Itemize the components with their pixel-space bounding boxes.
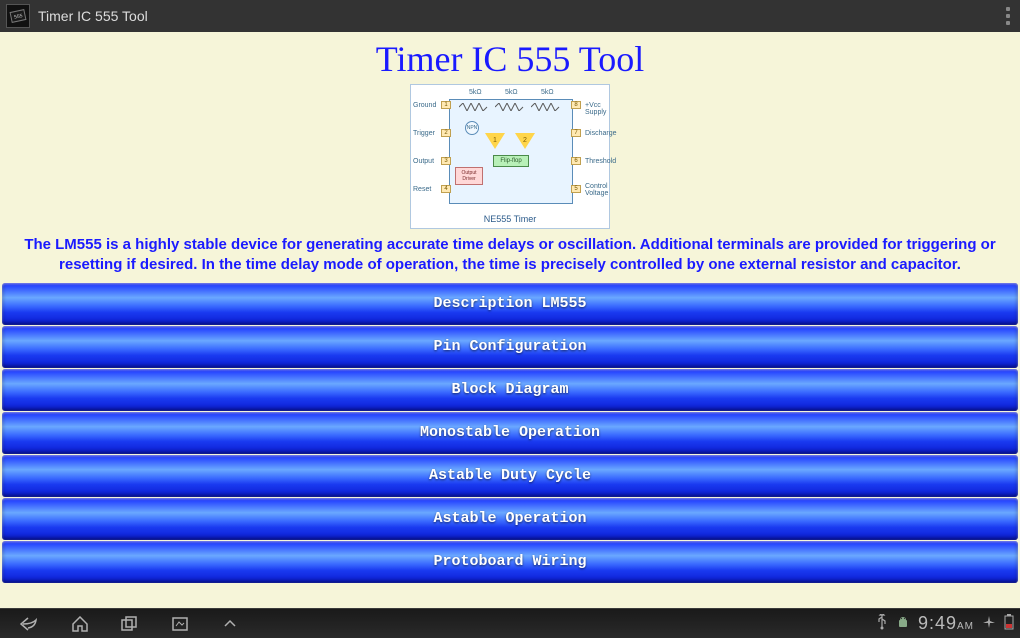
menu-item-block-diagram[interactable]: Block Diagram xyxy=(2,369,1018,411)
pin: 4 xyxy=(441,185,451,193)
pin: 2 xyxy=(441,129,451,137)
output-driver-block: Output Driver xyxy=(455,167,483,185)
battery-icon xyxy=(1004,614,1014,633)
app-icon: 555 xyxy=(6,4,30,28)
description-text: The LM555 is a highly stable device for … xyxy=(0,233,1020,282)
pin-label: Ground xyxy=(413,102,436,109)
app-title: Timer IC 555 Tool xyxy=(38,8,148,24)
home-icon[interactable] xyxy=(70,614,90,634)
clock-time: 9:49 xyxy=(918,613,957,633)
resistor-label: 5kΩ xyxy=(469,89,482,96)
clock: 9:49AM xyxy=(918,613,974,634)
notification-up-icon[interactable] xyxy=(220,614,240,634)
pin-label: +Vcc Supply xyxy=(585,102,609,116)
menu-item-monostable[interactable]: Monostable Operation xyxy=(2,412,1018,454)
system-navbar: 9:49AM xyxy=(0,608,1020,638)
menu-item-astable-duty[interactable]: Astable Duty Cycle xyxy=(2,455,1018,497)
pin: 8 xyxy=(571,101,581,109)
flipflop-block: Flip-flop xyxy=(493,155,529,167)
pin-label: Discharge xyxy=(585,130,617,137)
pin-label: Output xyxy=(413,158,434,165)
menu-item-pin-configuration[interactable]: Pin Configuration xyxy=(2,326,1018,368)
pin-label: Reset xyxy=(413,186,431,193)
android-debug-icon xyxy=(896,615,910,632)
pin: 6 xyxy=(571,157,581,165)
screenshot-icon[interactable] xyxy=(170,614,190,634)
menu-item-description[interactable]: Description LM555 xyxy=(2,283,1018,325)
resistor-label: 5kΩ xyxy=(505,89,518,96)
comparator-label: 2 xyxy=(523,137,527,144)
pin-label: Trigger xyxy=(413,130,435,137)
resistor-label: 5kΩ xyxy=(541,89,554,96)
usb-icon xyxy=(876,614,888,633)
clock-ampm: AM xyxy=(957,621,974,632)
pin: 5 xyxy=(571,185,581,193)
pin: 1 xyxy=(441,101,451,109)
app-titlebar: 555 Timer IC 555 Tool xyxy=(0,0,1020,32)
main-menu: Description LM555 Pin Configuration Bloc… xyxy=(0,283,1020,583)
ne555-diagram: 5kΩ 5kΩ 5kΩ 1 Ground 2 Trigger 3 Output … xyxy=(410,84,610,229)
page-title: Timer IC 555 Tool xyxy=(0,32,1020,82)
comparator-label: 1 xyxy=(493,137,497,144)
menu-item-protoboard[interactable]: Protoboard Wiring xyxy=(2,541,1018,583)
recent-apps-icon[interactable] xyxy=(120,614,140,634)
pin-label: Threshold xyxy=(585,158,616,165)
pin-label: Control Voltage xyxy=(585,183,611,197)
pin: 3 xyxy=(441,157,451,165)
main-content: Timer IC 555 Tool 5kΩ 5kΩ 5kΩ 1 Ground 2… xyxy=(0,32,1020,608)
overflow-menu-icon[interactable] xyxy=(1002,4,1014,28)
npn-transistor: NPN xyxy=(465,121,479,135)
menu-item-astable-operation[interactable]: Astable Operation xyxy=(2,498,1018,540)
back-icon[interactable] xyxy=(20,614,40,634)
pin: 7 xyxy=(571,129,581,137)
chip-name: NE555 Timer xyxy=(411,214,609,224)
airplane-mode-icon xyxy=(982,615,996,632)
